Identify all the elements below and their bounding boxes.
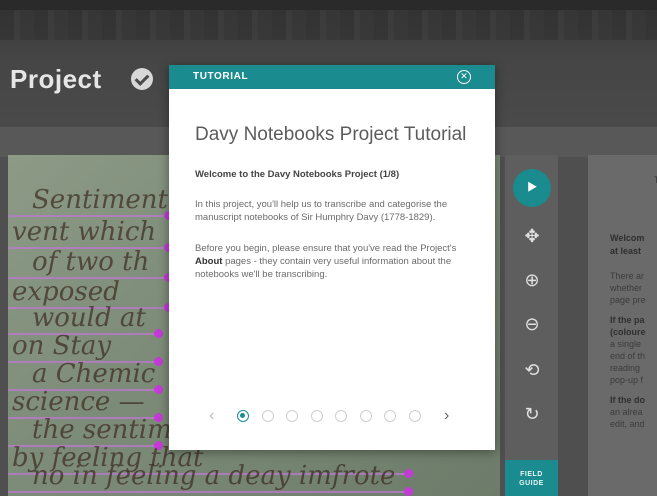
handwriting: on Stay [12,331,112,361]
step-dot[interactable] [237,410,249,422]
task-text-line: an alrea [610,407,643,417]
handwriting: science — [12,387,145,417]
tutorial-step-heading: Welcome to the Davy Notebooks Project (1… [195,169,400,180]
task-text-line: reading [610,363,641,373]
zoom-out-icon: ⊖ [524,313,540,334]
rotate-tool[interactable]: ⟲ [513,351,551,389]
step-dot[interactable] [286,410,298,422]
task-text-line: There ar [610,271,645,281]
step-dot[interactable] [310,410,323,422]
close-icon[interactable]: ✕ [457,70,471,84]
transcription-line[interactable] [8,491,408,493]
task-text-line: pop-up f [610,375,644,385]
line-marker[interactable] [154,357,163,366]
task-text-line: end of th [610,351,646,361]
verified-icon [131,68,153,90]
task-text-line: edit, and [610,419,645,429]
task-welcome-line-1: Welcom [610,233,645,243]
handwriting: Sentiment [32,185,168,215]
handwriting: of two th [32,247,150,277]
line-marker[interactable] [404,487,413,496]
tutorial-body: Davy Notebooks Project Tutorial Welcome … [169,89,495,281]
task-panel: T Welcom at least There ar whether page pr… [588,155,657,496]
handwriting: no in feeling a deay imfrote [32,461,396,491]
header-background [0,10,657,40]
zoom-in-icon: ⊕ [524,269,540,290]
field-guide-label-2: GUIDE [519,480,544,487]
reset-tool[interactable]: ↻ [513,395,551,433]
pointer-tool[interactable]: ⯈ [513,169,551,207]
move-icon: ✥ [524,225,540,246]
rotate-icon: ⟲ [524,359,540,380]
step-dot[interactable] [408,410,421,422]
task-text-line: whether [610,283,643,293]
task-heading: (coloure [610,327,646,337]
tutorial-paragraph-1: In this project, you'll help us to trans… [195,199,448,223]
tutorial-header: TUTORIAL ✕ [169,65,495,89]
task-text-line: a single [610,339,642,349]
previous-step-button[interactable]: ‹ [209,406,214,426]
field-guide-button[interactable]: FIELD GUIDE [505,460,558,496]
tutorial-label: TUTORIAL [193,71,249,82]
step-dot[interactable] [261,410,274,422]
tutorial-modal: TUTORIAL ✕ Davy Notebooks Project Tutori… [169,65,495,450]
task-welcome-line-2: at least [610,246,642,256]
zoom-out-tool[interactable]: ⊖ [513,305,551,343]
handwriting: a Chemic [32,359,156,389]
tutorial-pager: ‹ › [169,406,495,426]
para2-text-b: pages - they contain very useful informa… [195,256,452,280]
task-heading: If the pa [610,315,645,325]
top-frame [0,0,657,10]
move-tool[interactable]: ✥ [513,217,551,255]
handwriting: would at [32,303,146,333]
field-guide-label-1: FIELD [520,471,543,478]
line-marker[interactable] [404,469,413,478]
tutorial-title: Davy Notebooks Project Tutorial [195,124,467,145]
task-text-line: page pre [610,295,646,305]
image-toolbar: ⯈ ✥ ⊕ ⊖ ⟲ ↻ [505,155,558,496]
reset-icon: ↻ [524,403,540,424]
line-marker[interactable] [154,329,163,338]
next-step-button[interactable]: › [444,406,449,426]
task-heading: If the do [610,395,645,405]
zoom-in-tool[interactable]: ⊕ [513,261,551,299]
line-marker[interactable] [154,385,163,394]
handwriting: the sentime [32,415,188,445]
about-link[interactable]: About [195,256,222,267]
cursor-icon: ⯈ [524,177,540,198]
step-dot[interactable] [359,410,372,422]
step-dot[interactable] [384,410,396,422]
tutorial-paragraph-2: Before you begin, please ensure that you… [195,242,471,281]
project-title: Project [10,64,102,94]
step-dot[interactable] [335,410,347,422]
app-window: Project Sentiment vent which of two th expo… [0,0,657,496]
handwriting: vent which [12,217,157,247]
para2-text-a: Before you begin, please ensure that you… [195,243,457,254]
